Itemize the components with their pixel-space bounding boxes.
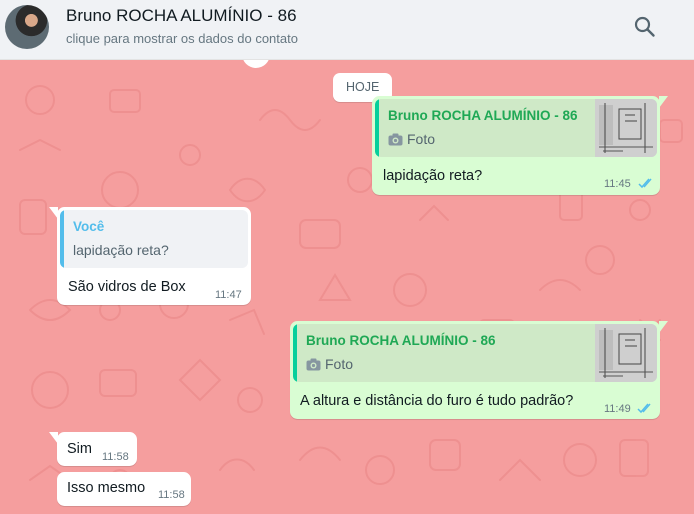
quote-bar [375,99,379,157]
quoted-message[interactable]: Bruno ROCHA ALUMÍNIO - 86 Foto [375,99,657,157]
photo-thumbnail-image [595,324,657,382]
quote-text: Foto [325,356,354,372]
photo-thumbnail[interactable] [595,324,657,382]
message-incoming[interactable]: Isso mesmo 11:58 [57,472,191,506]
message-incoming[interactable]: Você lapidação reta? São vidros de Box 1… [49,207,251,305]
message-text: Sim [67,441,92,457]
message-time: 11:58 [158,489,185,501]
message-text: lapidação reta? [383,168,483,184]
message-time: 11:58 [102,451,129,463]
quote-text: lapidação reta? [73,242,169,258]
message-outgoing[interactable]: Bruno ROCHA ALUMÍNIO - 86 Foto A altura … [290,321,668,419]
photo-thumbnail[interactable] [595,99,657,157]
quoted-message[interactable]: Você lapidação reta? [60,210,248,268]
message-time: 11:45 [604,178,631,190]
photo-thumbnail-image [595,99,657,157]
chat-area[interactable]: HOJE Bruno ROCHA ALUMÍNIO - 86 Foto lapi… [0,60,694,514]
read-ticks-icon [638,178,652,189]
quote-author: Você [73,219,105,234]
quote-text-row: Foto [306,356,353,372]
contact-name[interactable]: Bruno ROCHA ALUMÍNIO - 86 [66,6,297,26]
message-outgoing[interactable]: Bruno ROCHA ALUMÍNIO - 86 Foto lapidação… [372,96,668,195]
quote-author: Bruno ROCHA ALUMÍNIO - 86 [388,108,578,123]
search-icon [634,16,655,37]
quoted-message[interactable]: Bruno ROCHA ALUMÍNIO - 86 Foto [293,324,657,382]
search-button[interactable] [632,14,658,40]
message-text: Isso mesmo [67,480,146,496]
quote-bar [293,324,297,382]
quote-text-row: Foto [388,131,435,147]
chat-header: Bruno ROCHA ALUMÍNIO - 86 clique para mo… [0,0,694,60]
message-time: 11:47 [215,289,242,301]
message-time: 11:49 [604,403,631,415]
contact-info-hint[interactable]: clique para mostrar os dados do contato [66,31,298,46]
quote-text: Foto [407,131,436,147]
message-text: A altura e distância do furo é tudo padr… [300,393,574,409]
read-ticks-icon [637,403,651,414]
camera-icon [306,358,321,371]
message-text: São vidros de Box [68,279,186,295]
avatar[interactable] [5,5,49,49]
message-incoming[interactable]: Sim 11:58 [49,432,137,466]
quote-author: Bruno ROCHA ALUMÍNIO - 86 [306,333,496,348]
camera-icon [388,133,403,146]
quote-bar [60,210,64,268]
